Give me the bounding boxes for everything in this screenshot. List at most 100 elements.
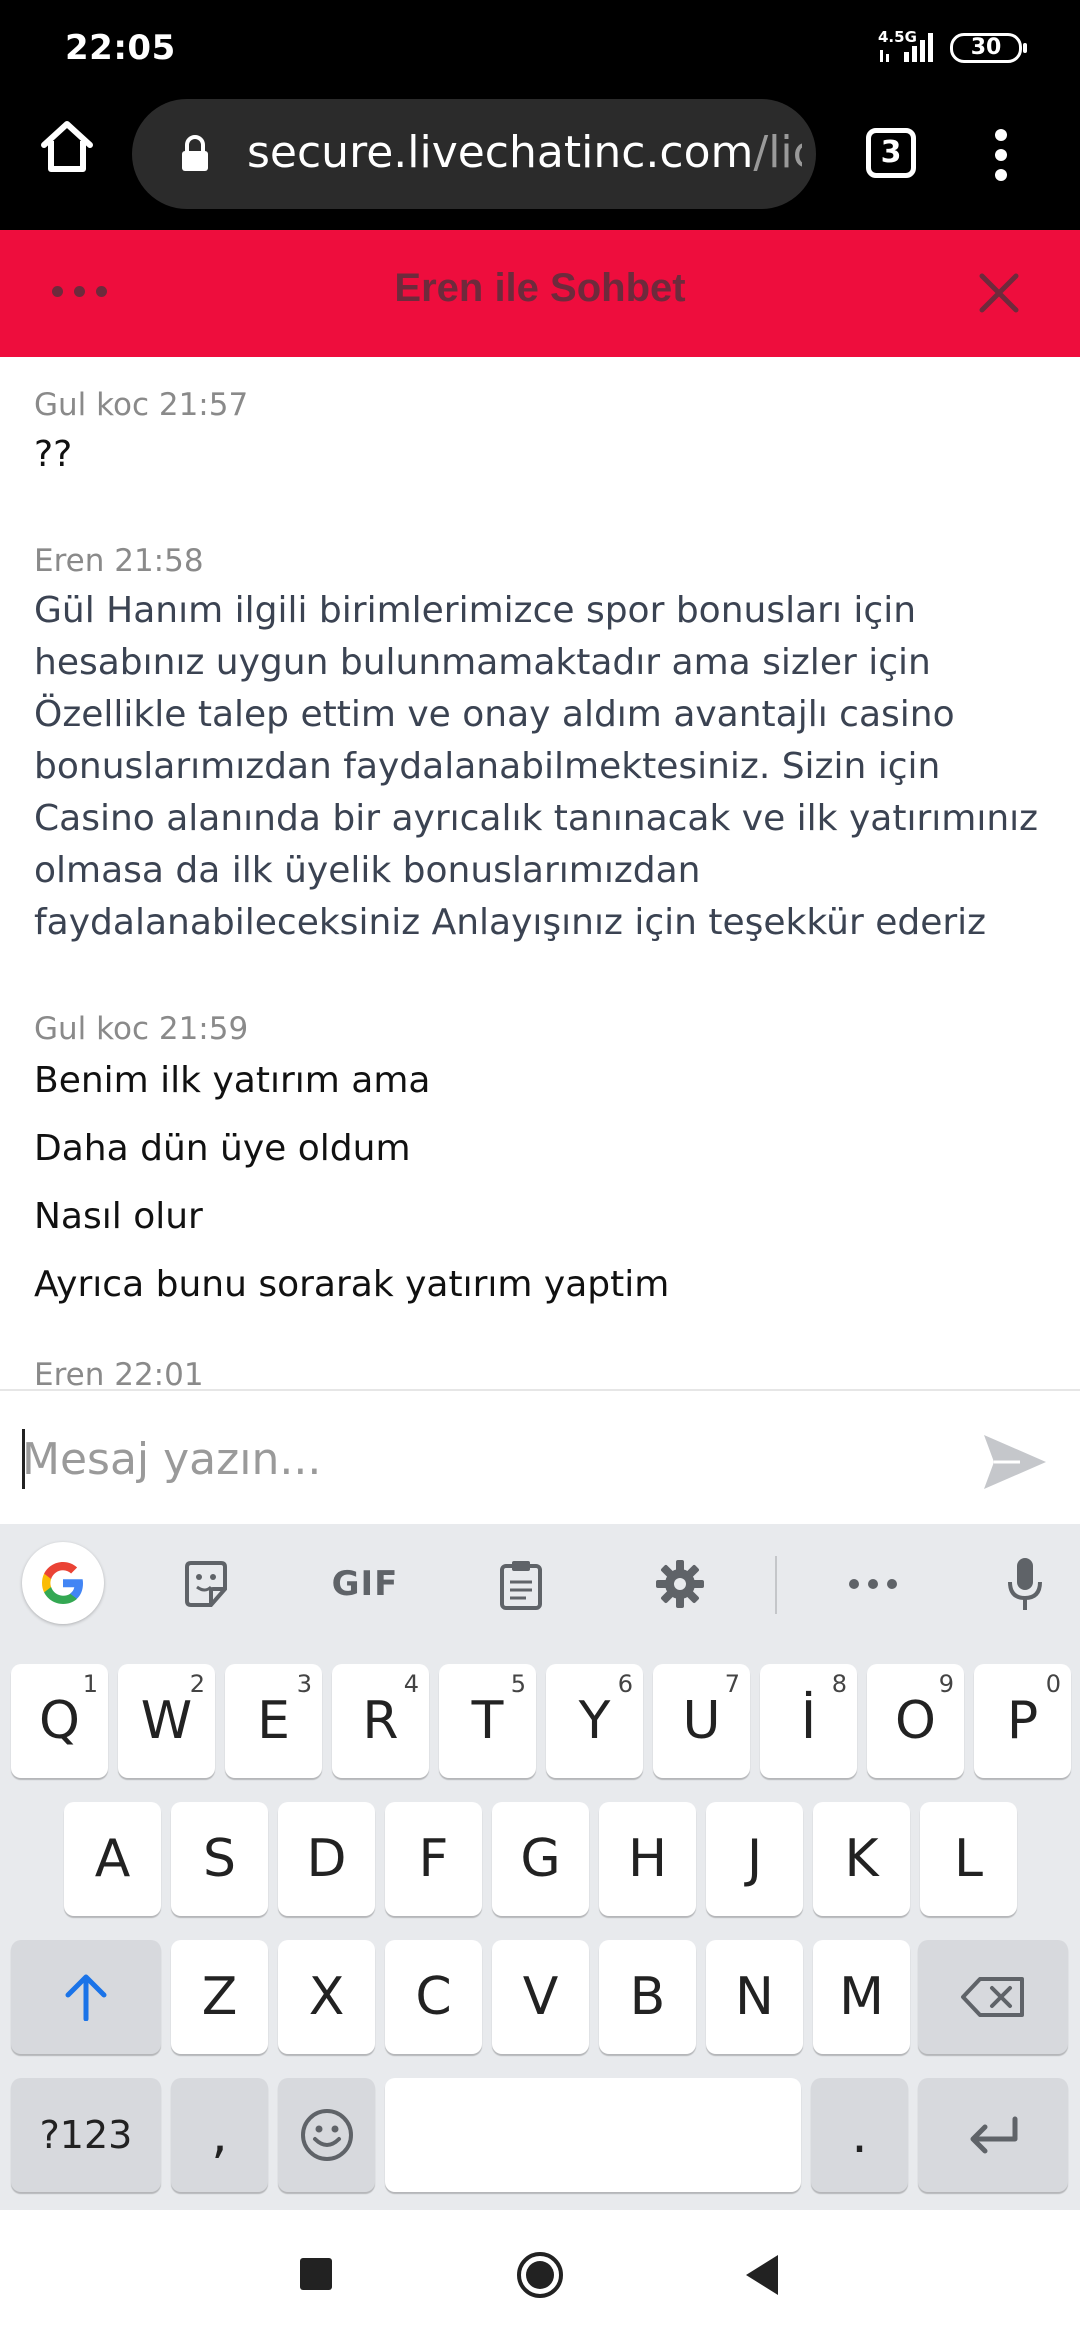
key-label: B bbox=[629, 1967, 666, 2027]
key-label: D bbox=[306, 1829, 347, 1889]
key-d[interactable]: D bbox=[278, 1802, 375, 1916]
symbols-key[interactable]: ?123 bbox=[11, 2078, 161, 2192]
key-y[interactable]: Y6 bbox=[546, 1664, 643, 1778]
emoji-icon bbox=[300, 2109, 353, 2161]
key-f[interactable]: F bbox=[385, 1802, 482, 1916]
period-label: . bbox=[851, 2105, 868, 2165]
key-label: C bbox=[415, 1967, 452, 2027]
chat-header: Eren ile Sohbet bbox=[0, 230, 1080, 357]
google-icon[interactable] bbox=[22, 1542, 104, 1624]
message-text: Nasıl olur bbox=[34, 1196, 203, 1237]
key-label: K bbox=[844, 1829, 879, 1889]
message-list[interactable]: Gul koc 21:57 ?? Eren 21:58 Gül Hanım il… bbox=[0, 357, 1080, 1389]
key-j[interactable]: J bbox=[706, 1802, 803, 1916]
shift-key[interactable] bbox=[11, 1940, 161, 2054]
more-icon[interactable] bbox=[845, 1546, 901, 1622]
key-label: L bbox=[954, 1829, 983, 1889]
message-meta: Gul koc 21:59 bbox=[34, 1011, 249, 1047]
message-meta: Eren 22:01 bbox=[34, 1357, 204, 1389]
key-s[interactable]: S bbox=[171, 1802, 268, 1916]
key-a[interactable]: A bbox=[64, 1802, 161, 1916]
key-hint: 2 bbox=[189, 1670, 205, 1698]
key-hint: 3 bbox=[296, 1670, 312, 1698]
backspace-key[interactable] bbox=[918, 1940, 1068, 2054]
url-text: secure.livechatinc.com/licen bbox=[247, 127, 802, 178]
key-hint: 7 bbox=[724, 1670, 740, 1698]
keyboard-toolbar: GIF bbox=[0, 1524, 1080, 1644]
message-text: Benim ilk yatırım ama bbox=[34, 1060, 431, 1101]
microphone-icon[interactable] bbox=[1003, 1546, 1047, 1622]
message-composer bbox=[0, 1389, 1080, 1524]
space-key[interactable] bbox=[385, 2078, 801, 2192]
key-u[interactable]: U7 bbox=[653, 1664, 750, 1778]
close-icon[interactable] bbox=[976, 270, 1022, 316]
message-group: Gul koc 21:59 Benim ilk yatırım ama Daha… bbox=[34, 1011, 1044, 1327]
key-e[interactable]: E3 bbox=[225, 1664, 322, 1778]
key-o[interactable]: O9 bbox=[867, 1664, 964, 1778]
navigation-bar bbox=[0, 2210, 1080, 2340]
key-z[interactable]: Z bbox=[171, 1940, 268, 2054]
battery-icon: 30 bbox=[950, 33, 1027, 63]
shift-arrow-icon bbox=[65, 1974, 107, 2021]
key-h[interactable]: H bbox=[599, 1802, 696, 1916]
back-icon[interactable] bbox=[742, 2252, 782, 2298]
browser-toolbar: secure.livechatinc.com/licen 3 bbox=[0, 95, 1080, 230]
chat-title: Eren ile Sohbet bbox=[394, 266, 686, 310]
key-label: J bbox=[746, 1829, 763, 1889]
key-m[interactable]: M bbox=[813, 1940, 910, 2054]
overflow-menu-icon[interactable] bbox=[986, 125, 1016, 185]
home-icon[interactable] bbox=[36, 115, 98, 177]
key-hint: 6 bbox=[617, 1670, 633, 1698]
key-label: V bbox=[522, 1967, 559, 2027]
sticker-icon[interactable] bbox=[175, 1546, 237, 1622]
address-bar[interactable]: secure.livechatinc.com/licen bbox=[132, 99, 816, 209]
key-label: M bbox=[839, 1967, 884, 2027]
key-c[interactable]: C bbox=[385, 1940, 482, 2054]
message-text: ?? bbox=[34, 434, 73, 475]
message-text: Gül Hanım ilgili birimlerimizce spor bon… bbox=[34, 590, 1039, 943]
key-w[interactable]: W2 bbox=[118, 1664, 215, 1778]
settings-gear-icon[interactable] bbox=[652, 1546, 708, 1622]
key-label: G bbox=[520, 1829, 561, 1889]
message-input[interactable] bbox=[22, 1419, 952, 1499]
key-t[interactable]: T5 bbox=[439, 1664, 536, 1778]
key-label: S bbox=[202, 1829, 236, 1889]
key-hint: 5 bbox=[510, 1670, 526, 1698]
key-k[interactable]: K bbox=[813, 1802, 910, 1916]
key-l[interactable]: L bbox=[920, 1802, 1017, 1916]
gif-button[interactable]: GIF bbox=[320, 1546, 410, 1622]
emoji-key[interactable] bbox=[278, 2078, 375, 2192]
send-icon[interactable] bbox=[980, 1431, 1050, 1493]
key-label: A bbox=[94, 1829, 131, 1889]
key-v[interactable]: V bbox=[492, 1940, 589, 2054]
message-group: Eren 21:58 Gül Hanım ilgili birimlerimiz… bbox=[34, 543, 1044, 949]
key-hint: 8 bbox=[831, 1670, 847, 1698]
text-cursor bbox=[22, 1429, 25, 1489]
key-label: X bbox=[308, 1967, 345, 2027]
comma-key[interactable]: , bbox=[171, 2078, 268, 2192]
key-r[interactable]: R4 bbox=[332, 1664, 429, 1778]
key-label: Z bbox=[201, 1967, 238, 2027]
enter-key[interactable] bbox=[918, 2078, 1068, 2192]
key-hint: 4 bbox=[403, 1670, 419, 1698]
key-i̇[interactable]: İ8 bbox=[760, 1664, 857, 1778]
key-n[interactable]: N bbox=[706, 1940, 803, 2054]
key-b[interactable]: B bbox=[599, 1940, 696, 2054]
key-g[interactable]: G bbox=[492, 1802, 589, 1916]
keyboard: GIF Q 1 W 2 E 3 R 4 T 5 Y 6 U 7 İ 8 O 9 … bbox=[0, 1524, 1080, 2210]
key-hint: 9 bbox=[938, 1670, 954, 1698]
period-key[interactable]: . bbox=[811, 2078, 908, 2192]
message-group: Gul koc 21:57 ?? bbox=[34, 387, 1044, 481]
signal-icon: 4.5G bbox=[878, 28, 940, 64]
url-host: secure.livechatinc.com bbox=[247, 127, 754, 178]
recents-icon[interactable] bbox=[300, 2258, 332, 2290]
comma-label: , bbox=[211, 2105, 228, 2165]
clipboard-icon[interactable] bbox=[495, 1546, 547, 1622]
message-text: Ayrıca bunu sorarak yatırım yaptim bbox=[34, 1264, 670, 1305]
key-q[interactable]: Q1 bbox=[11, 1664, 108, 1778]
nav-home-icon[interactable] bbox=[515, 2250, 565, 2300]
lock-icon bbox=[180, 135, 210, 173]
tab-switcher-button[interactable]: 3 bbox=[866, 128, 916, 178]
key-x[interactable]: X bbox=[278, 1940, 375, 2054]
key-p[interactable]: P0 bbox=[974, 1664, 1071, 1778]
